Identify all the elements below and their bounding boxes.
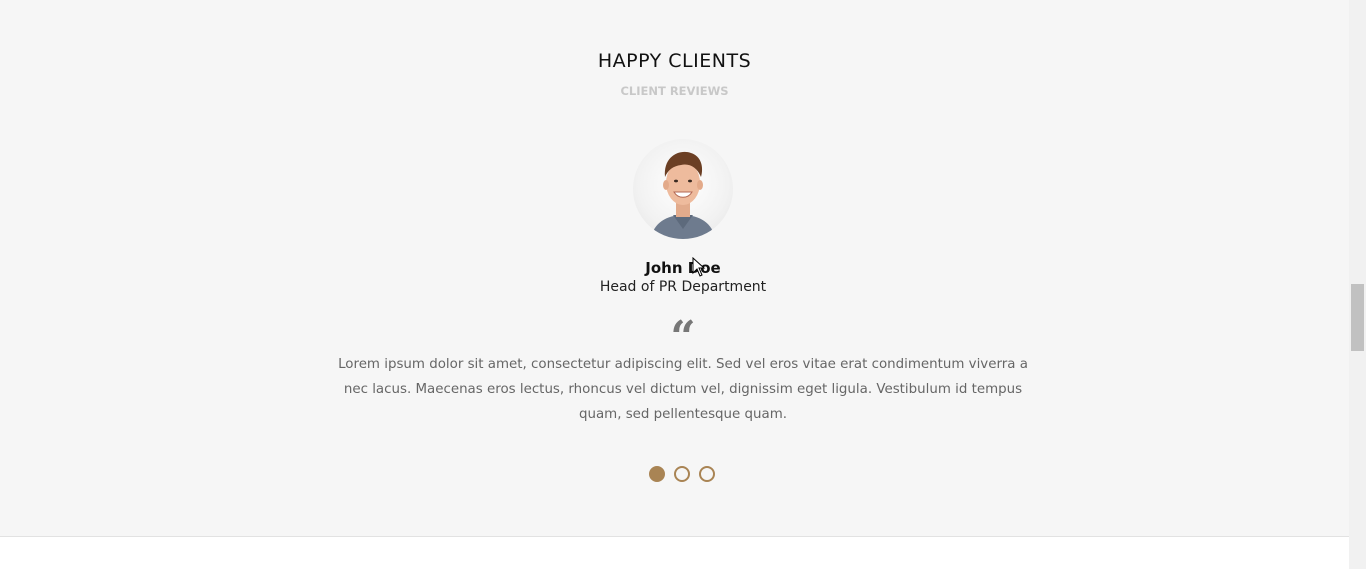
client-role: Head of PR Department (599, 279, 767, 295)
page: HAPPY CLIENTS CLIENT REVIEWS John Doe He… (0, 0, 1366, 569)
scrollbar-thumb[interactable] (1351, 284, 1364, 351)
mouse-cursor-icon (692, 257, 706, 277)
carousel-dot-2[interactable] (674, 466, 690, 482)
page-scrollbar[interactable] (1349, 0, 1366, 569)
section-subtitle: CLIENT REVIEWS (620, 84, 729, 98)
carousel-dot-1[interactable] (649, 466, 665, 482)
next-section (0, 537, 1349, 569)
client-name: John Doe (645, 259, 721, 277)
testimonials-section: HAPPY CLIENTS CLIENT REVIEWS John Doe He… (0, 0, 1349, 537)
avatar-photo (651, 151, 715, 239)
section-title: HAPPY CLIENTS (597, 50, 752, 72)
carousel-pagination (649, 466, 715, 484)
quote-icon: “ (670, 312, 696, 363)
carousel-dot-3[interactable] (699, 466, 715, 482)
client-avatar (633, 139, 733, 239)
testimonial-text: Lorem ipsum dolor sit amet, consectetur … (338, 357, 1028, 422)
